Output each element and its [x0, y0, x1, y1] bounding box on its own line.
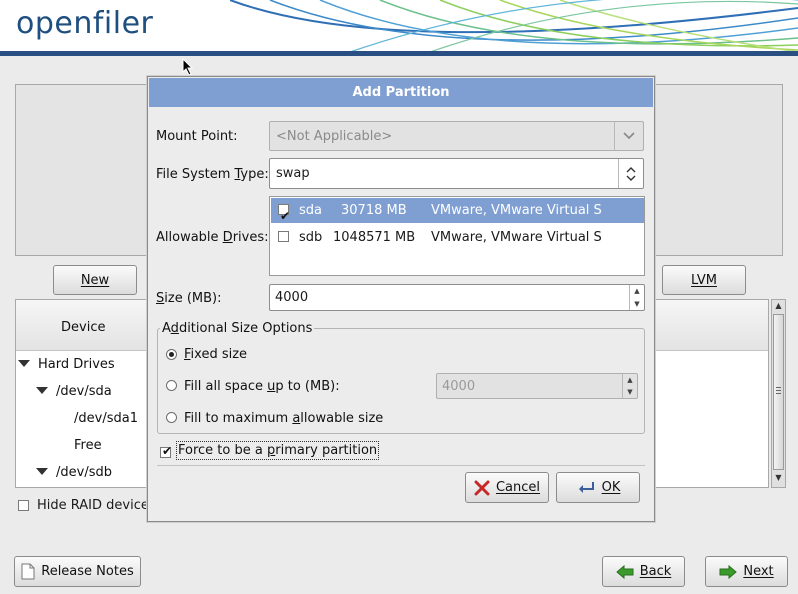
release-notes-button[interactable]: Release Notes — [14, 556, 141, 587]
spin-down-icon: ▼ — [627, 388, 633, 396]
allowable-drives-label: Allowable Drives: — [156, 230, 269, 245]
mouse-cursor-icon — [182, 58, 194, 76]
lvm-button-label: LVM — [691, 272, 717, 288]
drive-model: VMware, VMware Virtual S — [431, 203, 602, 218]
fill-up-to-radio[interactable] — [166, 380, 177, 391]
header-bar — [0, 51, 798, 56]
new-button-label: New — [80, 272, 110, 288]
ok-enter-arrow-icon — [578, 481, 594, 493]
drive-name: sdb — [299, 230, 323, 245]
drive-name: sda — [299, 203, 322, 218]
size-label: Size (MB): — [156, 291, 222, 306]
back-button[interactable]: Back — [602, 556, 685, 587]
ok-label: OK — [601, 480, 621, 495]
drive-sda-checkbox[interactable]: ✔ — [278, 204, 290, 222]
back-arrow-icon — [615, 564, 634, 579]
release-notes-label: Release Notes — [41, 564, 134, 579]
spin-down-icon[interactable]: ▼ — [630, 298, 644, 311]
additional-size-options-legend: Additional Size Options — [160, 321, 315, 336]
drive-size: 30718 MB — [341, 203, 407, 218]
drive-row-sda[interactable]: ✔ sda 30718 MB VMware, VMware Virtual S — [271, 198, 644, 223]
dialog-title: Add Partition — [149, 78, 653, 107]
fill-spin-buttons: ▲ ▼ — [622, 374, 637, 398]
updown-icon — [618, 159, 643, 188]
tree-item-hard-drives[interactable]: Hard Drives — [38, 357, 115, 372]
cancel-label: Cancel — [495, 480, 541, 495]
chevron-down-icon — [614, 122, 643, 150]
fs-type-value: swap — [276, 166, 310, 181]
document-icon — [21, 563, 35, 580]
header: openfiler — [0, 0, 798, 52]
force-primary-label[interactable]: Force to be a primary partition — [176, 441, 380, 460]
lvm-button[interactable]: LVM — [662, 265, 746, 295]
allowable-drives-list[interactable]: ✔ sda 30718 MB VMware, VMware Virtual S … — [269, 196, 645, 276]
checkmark-icon: ✔ — [280, 209, 291, 223]
ok-button[interactable]: OK — [556, 472, 640, 503]
hide-raid-label: Hide RAID device/ — [37, 498, 154, 513]
mount-point-value: <Not Applicable> — [276, 128, 393, 144]
fill-max-radio[interactable] — [166, 412, 177, 423]
fixed-size-label[interactable]: Fixed size — [184, 347, 247, 362]
size-spin-buttons[interactable]: ▲ ▼ — [629, 285, 644, 310]
tree-item-free[interactable]: Free — [74, 438, 102, 453]
tree-scrollbar[interactable]: ▲ ▼ — [771, 299, 786, 488]
fill-max-label[interactable]: Fill to maximum allowable size — [184, 411, 383, 426]
scroll-thumb[interactable] — [773, 314, 784, 470]
fixed-size-radio[interactable] — [166, 349, 177, 360]
new-button[interactable]: New — [53, 265, 137, 295]
checkmark-icon: ✔ — [162, 444, 173, 458]
size-value: 4000 — [275, 290, 309, 305]
spin-up-icon[interactable]: ▲ — [630, 285, 644, 298]
cancel-button[interactable]: Cancel — [465, 472, 549, 503]
next-button[interactable]: Next — [705, 556, 788, 587]
fill-up-to-spinbutton: 4000 ▲ ▼ — [436, 373, 638, 399]
force-primary-checkbox[interactable]: ✔ — [160, 444, 173, 458]
expander-sda-icon[interactable] — [36, 387, 48, 394]
drive-sdb-checkbox[interactable] — [278, 231, 289, 242]
tree-item-sda1[interactable]: /dev/sda1 — [74, 411, 138, 426]
fill-up-to-value: 4000 — [442, 379, 476, 394]
drive-model: VMware, VMware Virtual S — [431, 230, 602, 245]
dialog-separator — [157, 465, 645, 466]
back-label: Back — [639, 564, 672, 579]
tree-item-sdb[interactable]: /dev/sdb — [56, 465, 112, 480]
openfiler-logo: openfiler — [16, 6, 154, 41]
fs-type-select[interactable]: swap — [269, 158, 644, 189]
drive-size: 1048571 MB — [333, 230, 416, 245]
mount-point-label: Mount Point: — [156, 129, 238, 144]
mount-point-combo: <Not Applicable> — [269, 121, 644, 151]
add-partition-dialog: Add Partition Mount Point: <Not Applicab… — [147, 76, 655, 522]
next-arrow-icon — [719, 564, 738, 579]
drive-row-sdb[interactable]: sdb 1048571 MB VMware, VMware Virtual S — [271, 225, 644, 250]
fill-up-to-label[interactable]: Fill all space up to (MB): — [184, 379, 340, 394]
size-spinbutton[interactable]: 4000 ▲ ▼ — [269, 284, 645, 311]
expander-hard-drives-icon[interactable] — [18, 360, 30, 367]
header-swoosh-graphic — [230, 0, 798, 52]
scroll-grip-icon — [776, 387, 781, 388]
tree-item-sda[interactable]: /dev/sda — [56, 384, 112, 399]
expander-sdb-icon[interactable] — [36, 468, 48, 475]
scroll-down-icon[interactable]: ▼ — [773, 473, 784, 485]
next-label: Next — [743, 564, 774, 579]
device-column-label: Device — [61, 320, 106, 335]
hide-raid-checkbox[interactable] — [18, 500, 29, 511]
fs-type-label: File System Type: — [156, 167, 269, 182]
cancel-x-icon — [474, 480, 490, 495]
spin-up-icon: ▲ — [627, 376, 633, 384]
scroll-up-icon[interactable]: ▲ — [773, 301, 784, 313]
